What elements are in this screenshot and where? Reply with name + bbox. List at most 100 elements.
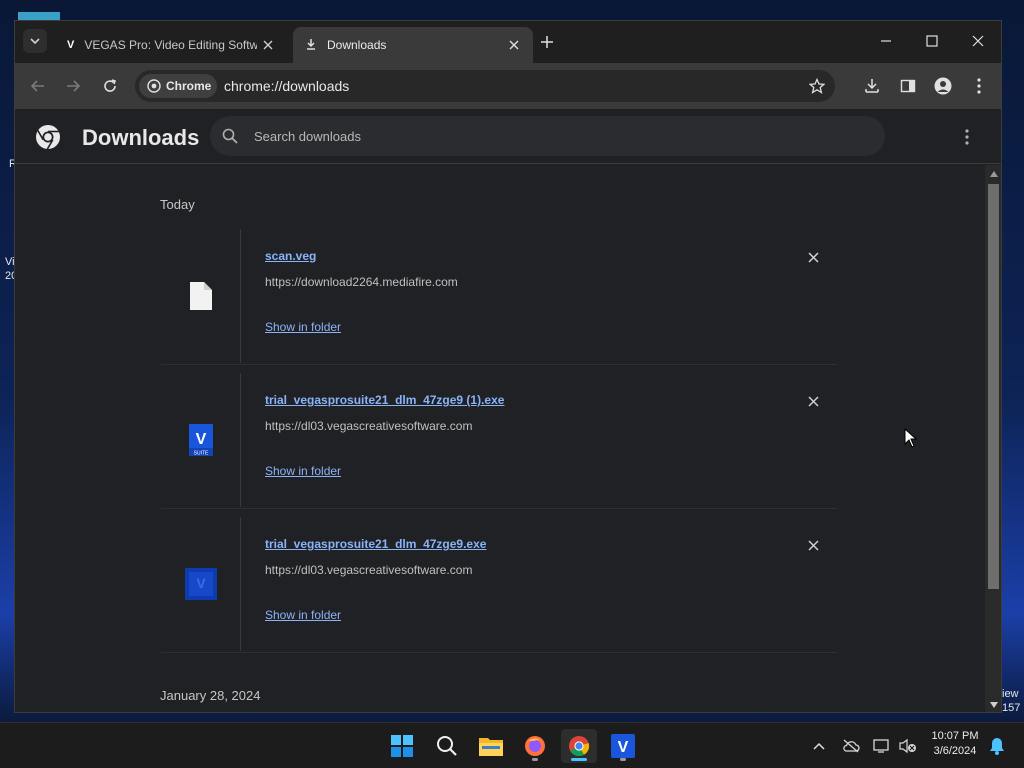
- download-item: V trial_vegasprosuite21_dlm_47zge9.exe h…: [161, 517, 837, 653]
- active-indicator: [571, 758, 587, 761]
- forward-button[interactable]: [59, 72, 87, 100]
- network-tray-button[interactable]: [871, 736, 893, 756]
- file-name-link[interactable]: trial_vegasprosuite21_dlm_47zge9 (1).exe: [265, 393, 504, 407]
- vegas-suite-icon: V SUITE: [161, 373, 241, 507]
- section-label-date: January 28, 2024: [160, 688, 261, 703]
- clock-date: 3/6/2024: [933, 745, 977, 757]
- chip-label: Chrome: [166, 79, 212, 93]
- download-item: scan.veg https://download2264.mediafire.…: [161, 229, 837, 365]
- windows-start-icon: [391, 735, 413, 757]
- chrome-icon: [569, 736, 590, 757]
- desktop-label: 157: [1002, 702, 1021, 714]
- remove-download-button[interactable]: [803, 247, 823, 267]
- page-more-button[interactable]: [955, 125, 979, 149]
- show-in-folder-link[interactable]: Show in folder: [265, 320, 341, 334]
- back-button[interactable]: [24, 72, 52, 100]
- start-button[interactable]: [384, 729, 420, 763]
- url-text[interactable]: chrome://downloads: [224, 78, 349, 94]
- page-header: Downloads: [15, 109, 1001, 164]
- download-icon: [865, 79, 879, 93]
- minimize-button[interactable]: [863, 27, 909, 55]
- search-icon: [221, 127, 239, 150]
- minimize-icon: [881, 40, 891, 42]
- arrow-right-icon: [67, 80, 81, 92]
- onedrive-tray-button[interactable]: [840, 736, 862, 756]
- file-name-link[interactable]: scan.veg: [265, 249, 316, 263]
- tab-title: VEGAS Pro: Video Editing Softw: [84, 38, 257, 52]
- desktop-label: iew: [1002, 688, 1019, 700]
- remove-download-button[interactable]: [803, 391, 823, 411]
- firefox-button[interactable]: [517, 729, 553, 763]
- bookmark-star-button[interactable]: [805, 74, 829, 98]
- taskbar-clock[interactable]: 10:07 PM 3/6/2024: [925, 729, 985, 759]
- vegas-v-icon: V: [67, 39, 75, 51]
- close-icon: [972, 35, 984, 47]
- vegas-icon: V: [611, 734, 635, 758]
- downloads-button[interactable]: [858, 72, 886, 100]
- chrome-window: V VEGAS Pro: Video Editing Softw Downloa…: [14, 20, 1002, 713]
- tab-title: Downloads: [327, 38, 387, 52]
- scrollbar[interactable]: [985, 165, 1001, 712]
- file-source-url: https://download2264.mediafire.com: [265, 275, 458, 289]
- side-panel-icon: [900, 79, 916, 93]
- close-icon[interactable]: [503, 34, 525, 56]
- scroll-up-arrow-icon[interactable]: [988, 169, 999, 179]
- download-item: V SUITE trial_vegasprosuite21_dlm_47zge9 …: [161, 373, 837, 509]
- scroll-down-arrow-icon[interactable]: [988, 700, 999, 710]
- running-indicator: [532, 758, 538, 761]
- volume-tray-button[interactable]: [897, 736, 919, 756]
- firefox-icon: [525, 736, 545, 756]
- new-tab-button[interactable]: [535, 30, 559, 54]
- notifications-button[interactable]: [986, 736, 1008, 756]
- file-source-url: https://dl03.vegascreativesoftware.com: [265, 563, 473, 577]
- cloud-off-icon: [843, 739, 860, 753]
- scrollbar-thumb[interactable]: [988, 184, 999, 589]
- search-input[interactable]: [254, 126, 854, 146]
- taskbar: V 10:07 PM 3/6/2024: [0, 722, 1024, 768]
- downloads-list[interactable]: Today scan.veg https://download2264.medi…: [15, 165, 985, 712]
- svg-text:SUITE: SUITE: [193, 451, 208, 457]
- chevron-up-icon: [813, 742, 825, 750]
- address-bar[interactable]: Chrome chrome://downloads: [135, 70, 835, 102]
- download-icon: [305, 38, 317, 53]
- search-box[interactable]: [210, 116, 885, 156]
- maximize-button[interactable]: [909, 27, 955, 55]
- side-panel-button[interactable]: [894, 72, 922, 100]
- show-in-folder-link[interactable]: Show in folder: [265, 608, 341, 622]
- close-icon[interactable]: [257, 34, 279, 56]
- chrome-icon: [147, 79, 161, 93]
- reload-icon: [104, 79, 117, 92]
- tab-strip: V VEGAS Pro: Video Editing Softw Downloa…: [15, 21, 1001, 63]
- chrome-menu-button[interactable]: [965, 72, 993, 100]
- running-indicator: [620, 758, 626, 761]
- more-vert-icon: [977, 78, 981, 94]
- tab-search-button[interactable]: [23, 29, 47, 53]
- close-icon: [807, 251, 819, 263]
- svg-text:V: V: [618, 739, 629, 756]
- chrome-logo-icon: [35, 124, 61, 155]
- close-window-button[interactable]: [955, 27, 1001, 55]
- arrow-left-icon: [30, 80, 44, 92]
- search-icon: [437, 736, 457, 756]
- remove-download-button[interactable]: [803, 535, 823, 555]
- site-info-chip[interactable]: Chrome: [139, 74, 217, 98]
- file-explorer-button[interactable]: [473, 729, 509, 763]
- svg-text:V: V: [195, 431, 206, 448]
- close-icon: [807, 539, 819, 551]
- profile-button[interactable]: [929, 72, 957, 100]
- tab-vegas[interactable]: V VEGAS Pro: Video Editing Softw: [55, 27, 287, 63]
- file-source-url: https://dl03.vegascreativesoftware.com: [265, 419, 473, 433]
- file-name-link[interactable]: trial_vegasprosuite21_dlm_47zge9.exe: [265, 537, 486, 551]
- show-hidden-icons-button[interactable]: [808, 736, 830, 756]
- plus-icon: [541, 36, 553, 48]
- vegas-taskbar-button[interactable]: V: [605, 729, 641, 763]
- chrome-taskbar-button[interactable]: [561, 729, 597, 763]
- more-vert-icon: [965, 129, 969, 145]
- taskbar-search-button[interactable]: [429, 729, 465, 763]
- show-in-folder-link[interactable]: Show in folder: [265, 464, 341, 478]
- reload-button[interactable]: [96, 72, 124, 100]
- tab-downloads[interactable]: Downloads: [293, 27, 533, 63]
- chevron-down-icon: [30, 38, 40, 45]
- file-explorer-icon: [479, 738, 503, 756]
- mouse-cursor-icon: [904, 427, 918, 453]
